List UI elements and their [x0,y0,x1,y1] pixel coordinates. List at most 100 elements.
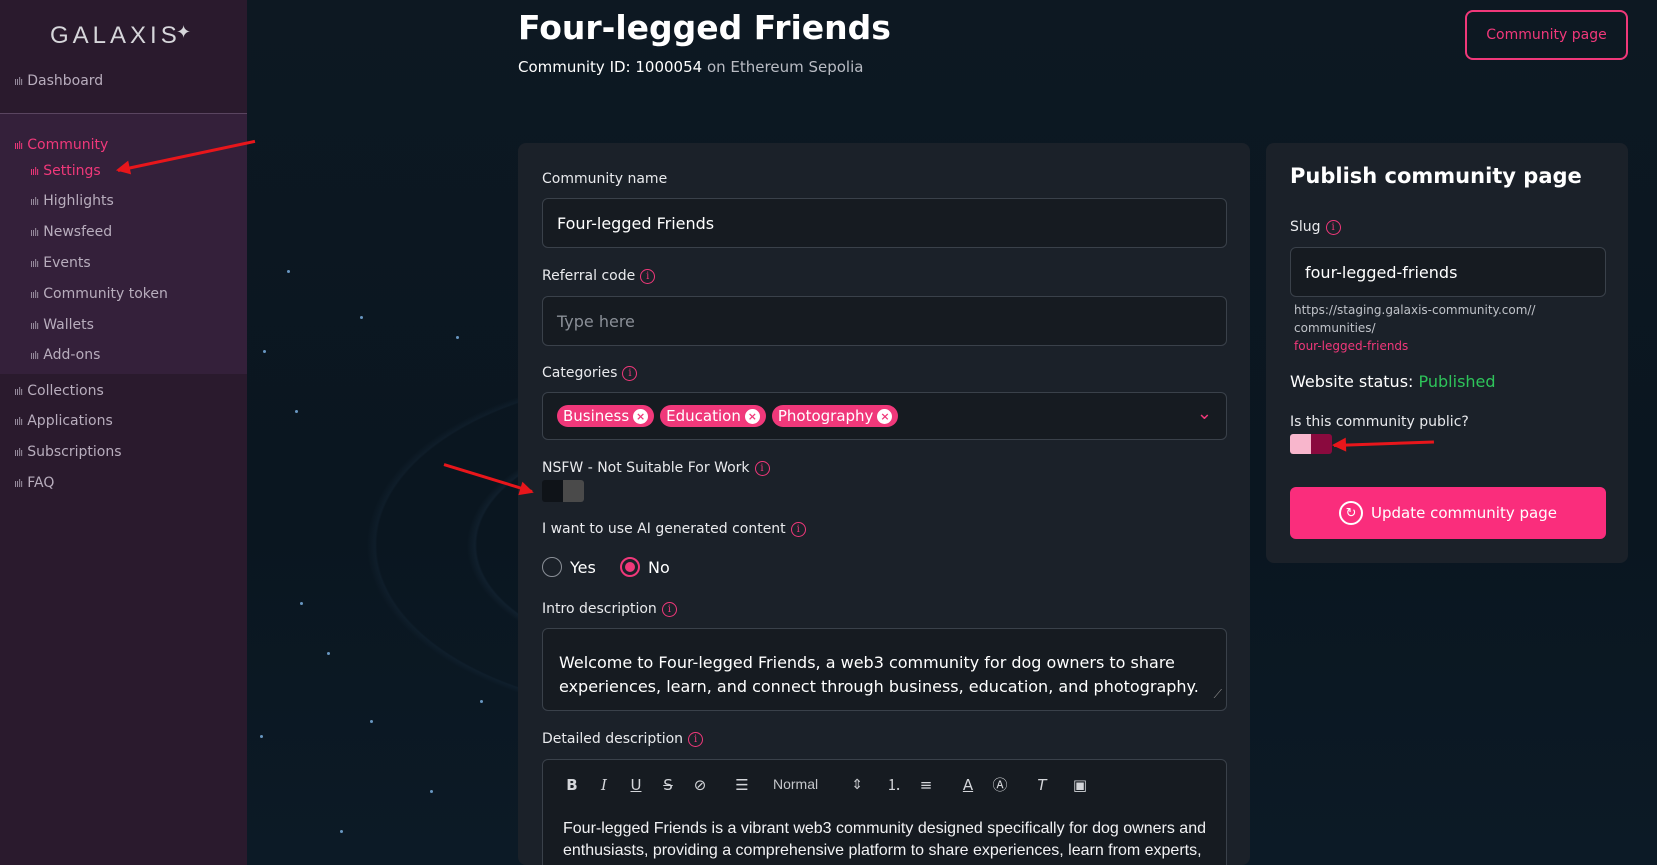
category-tag: Business × [557,405,655,427]
sidebar-item-dashboard[interactable]: ıılı Dashboard [14,73,103,89]
label-text: Community name [542,171,668,187]
label-text: I want to use AI generated content [542,521,786,537]
font-color-icon[interactable]: A [959,776,977,794]
resize-handle-icon[interactable]: ⟋ [1214,682,1222,706]
sidebar-item-community-token[interactable]: ıılı Community token [30,286,168,302]
sidebar-item-highlights[interactable]: ıılı Highlights [30,193,114,209]
categories-multiselect[interactable]: Business × Education × Photography × ⌄ [542,392,1227,440]
community-submenu-background [0,114,247,374]
sidebar: GALAXIS ✦ ıılı Dashboard ıılı Community ıı… [0,0,247,865]
italic-icon[interactable]: I [595,776,613,794]
intro-description-textarea[interactable]: Welcome to Four-legged Friends, a web3 c… [542,628,1227,711]
sidebar-item-newsfeed[interactable]: ıılı Newsfeed [30,224,112,240]
sidebar-item-applications[interactable]: ıılı Applications [14,413,113,429]
waveform-icon: ıılı [14,384,23,398]
label-text: Slug [1290,219,1321,235]
sidebar-item-label: Subscriptions [27,444,122,460]
slug-input[interactable]: four-legged-friends [1290,247,1606,297]
waveform-icon: ıılı [30,164,39,178]
sidebar-item-community[interactable]: ıılı Community [14,137,108,153]
image-icon[interactable]: ▣ [1071,776,1089,794]
sidebar-item-settings[interactable]: ıılı Settings [30,163,101,179]
waveform-icon: ıılı [30,318,39,332]
align-icon[interactable]: ☰ [733,776,751,794]
sidebar-item-label: Highlights [43,193,114,209]
publish-title: Publish community page [1290,164,1582,188]
public-label: Is this community public? [1290,414,1469,430]
remove-tag-icon[interactable]: × [633,408,649,424]
intro-description-text: Welcome to Four-legged Friends, a web3 c… [559,653,1199,696]
community-page-button[interactable]: Community page [1465,10,1628,60]
button-label: Update community page [1371,504,1557,522]
sidebar-item-collections[interactable]: ıılı Collections [14,383,104,399]
bold-icon[interactable]: B [563,776,581,794]
info-icon[interactable]: i [640,268,656,284]
chevron-down-icon[interactable]: ⌄ [1197,403,1212,424]
remove-tag-icon[interactable]: × [744,408,760,424]
heading-select-value: Normal [773,776,819,792]
slug-label: Slug i [1290,219,1341,235]
status-badge: Published [1418,372,1496,391]
select-arrows-icon: ⇕ [851,776,863,792]
sidebar-item-events[interactable]: ıılı Events [30,255,91,271]
remove-tag-icon[interactable]: × [877,408,893,424]
website-status: Website status: Published [1290,372,1496,391]
page-title: Four-legged Friends [518,8,891,47]
bullet-list-icon[interactable]: ≡ [917,776,935,794]
info-icon[interactable]: i [622,365,638,381]
waveform-icon: ıılı [30,194,39,208]
link-icon[interactable]: ⊘ [691,776,709,794]
sidebar-item-label: Newsfeed [43,224,113,240]
ordered-list-icon[interactable]: ⒈ [885,774,903,795]
tag-label: Photography [777,407,874,425]
url-slug-highlight[interactable]: four-legged-friends [1294,337,1594,355]
info-icon[interactable]: i [661,601,677,617]
update-community-page-button[interactable]: ↻ Update community page [1290,487,1606,539]
ai-content-radio-no[interactable]: No [620,557,670,577]
sidebar-item-label: Events [43,255,91,271]
detailed-description-label: Detailed description i [542,731,704,747]
sidebar-item-add-ons[interactable]: ıılı Add-ons [30,347,100,363]
ai-content-radio-yes[interactable]: Yes [542,557,596,577]
intro-description-label: Intro description i [542,601,677,617]
strikethrough-icon[interactable]: S [659,776,677,794]
info-icon[interactable]: i [754,460,770,476]
community-name-label: Community name [542,171,667,187]
waveform-icon: ıılı [14,476,23,490]
sidebar-item-label: Community [27,137,109,153]
info-icon[interactable]: i [790,521,806,537]
sidebar-item-faq[interactable]: ıılı FAQ [14,475,54,491]
nsfw-toggle[interactable] [542,480,584,502]
network-label: on Ethereum Sepolia [706,58,864,76]
info-icon[interactable]: i [688,731,704,747]
label-text: Categories [542,365,618,381]
rocket-icon: ✦ [176,22,192,43]
underline-icon[interactable]: U [627,776,645,794]
referral-code-input[interactable]: Type here [542,296,1227,346]
sidebar-item-label: Collections [27,383,104,399]
label-text: Is this community public? [1290,414,1469,430]
sidebar-item-label: Add-ons [43,347,101,363]
status-label: Website status: [1290,372,1414,391]
public-toggle[interactable] [1290,434,1332,454]
radio-circle [542,557,562,577]
radio-label: Yes [570,557,596,577]
sidebar-item-wallets[interactable]: ıılı Wallets [30,317,94,333]
info-icon[interactable]: i [1325,219,1341,235]
toggle-track [563,480,584,502]
community-id: Community ID: 1000054 on Ethereum Sepoli… [518,58,863,76]
heading-select[interactable]: Normal ⇕ [773,776,863,793]
sidebar-item-label: Community token [43,286,168,302]
label-text: NSFW - Not Suitable For Work [542,460,750,476]
waveform-icon: ıılı [30,256,39,270]
waveform-icon: ıılı [14,138,23,152]
rich-text-editor[interactable]: B I U S ⊘ ☰ Normal ⇕ ⒈ ≡ A Ⓐ T ▣ Four-leg… [542,759,1227,865]
galaxis-logo[interactable]: GALAXIS [50,22,181,50]
refresh-icon: ↻ [1339,501,1364,525]
sidebar-item-subscriptions[interactable]: ıılı Subscriptions [14,444,122,460]
url-line: https://staging.galaxis-community.com// [1294,303,1536,317]
clear-format-icon[interactable]: T [1033,776,1051,794]
waveform-icon: ıılı [14,414,23,428]
background-color-icon[interactable]: Ⓐ [991,774,1009,795]
community-name-input[interactable]: Four-legged Friends [542,198,1227,248]
